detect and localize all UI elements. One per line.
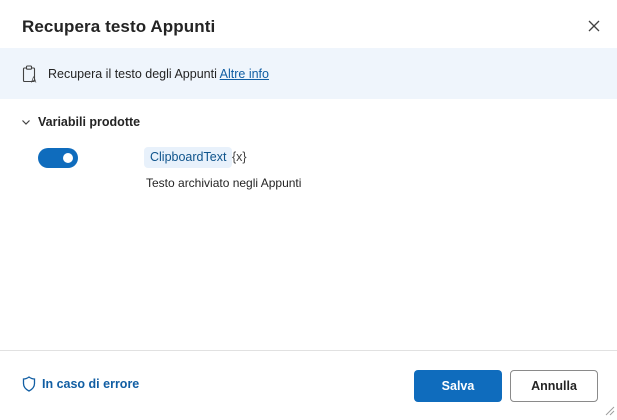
info-text: Recupera il testo degli Appunti Altre in… [48,67,269,81]
variable-enabled-toggle[interactable] [38,148,78,168]
close-icon [588,20,600,32]
produced-variables-toggle[interactable]: Variabili prodotte [20,115,140,129]
resize-grip-icon[interactable] [603,404,615,416]
on-error-button[interactable]: In caso di errore [22,376,139,392]
variable-badge: {x} [232,150,247,164]
info-description: Recupera il testo degli Appunti [48,67,220,81]
section-label: Variabili prodotte [38,115,141,129]
toggle-knob [63,153,73,163]
close-button[interactable] [583,15,605,37]
learn-more-link[interactable]: Altre info [220,67,269,81]
footer-divider [0,350,617,351]
save-button[interactable]: Salva [414,370,502,402]
info-bar: A Recupera il testo degli Appunti Altre … [0,48,617,99]
variable-name-chip[interactable]: ClipboardText [144,147,233,168]
shield-icon [22,376,36,392]
dialog: Recupera testo Appunti A Recupera il tes… [0,0,617,420]
svg-text:A: A [31,76,37,84]
dialog-title: Recupera testo Appunti [22,17,216,36]
chevron-down-icon [22,120,30,125]
on-error-label: In caso di errore [42,377,140,391]
clipboard-text-icon: A [22,65,37,84]
variable-description: Testo archiviato negli Appunti [146,176,302,190]
cancel-button[interactable]: Annulla [510,370,598,402]
